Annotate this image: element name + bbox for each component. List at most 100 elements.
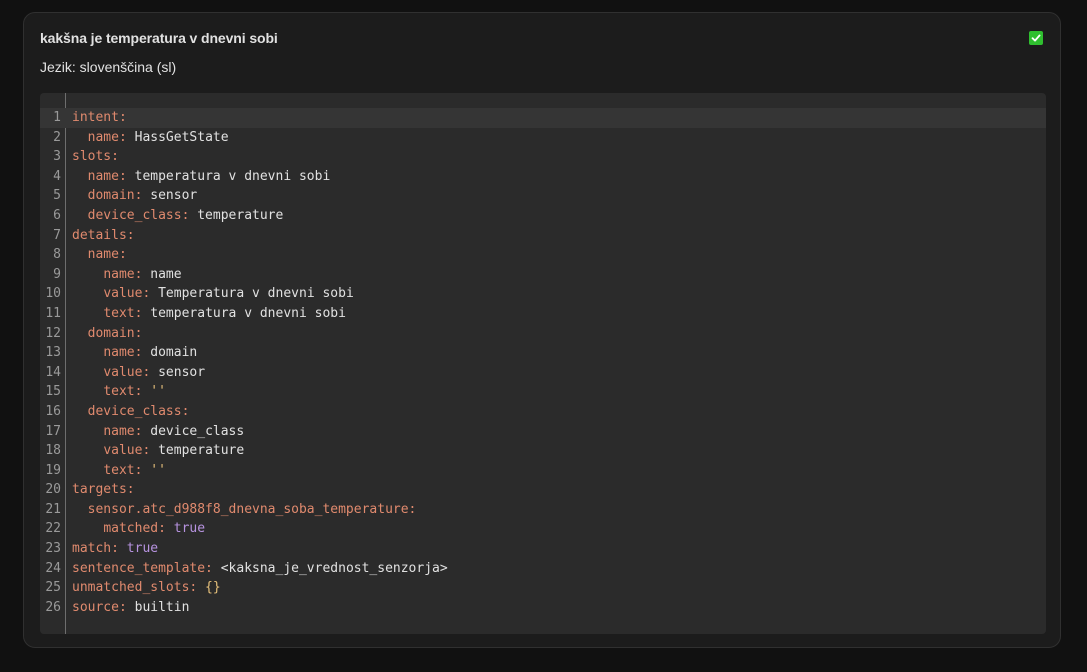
code-text: text: '' <box>72 382 166 402</box>
code-text: name: HassGetState <box>72 128 229 148</box>
code-line[interactable]: 4 name: temperatura v dnevni sobi <box>40 167 1046 187</box>
line-number: 20 <box>45 482 61 498</box>
yaml-value: Temperatura v dnevni sobi <box>150 286 354 302</box>
code-line[interactable]: 13 name: domain <box>40 343 1046 363</box>
yaml-value: '' <box>142 384 166 400</box>
code-line[interactable]: 14 value: sensor <box>40 363 1046 383</box>
yaml-key: sentence_template: <box>72 560 213 576</box>
line-number: 16 <box>45 403 61 419</box>
code-text: text: temperatura v dnevni sobi <box>72 304 346 324</box>
result-card: kakšna je temperatura v dnevni sobi Jezi… <box>23 12 1061 648</box>
code-text: value: sensor <box>72 363 205 383</box>
yaml-key: intent: <box>72 110 127 125</box>
yaml-key: text: <box>103 462 143 478</box>
yaml-value: <kaksna_je_vrednost_senzorja> <box>212 560 448 576</box>
code-text: value: Temperatura v dnevni sobi <box>72 284 354 304</box>
line-number: 9 <box>53 266 61 282</box>
code-text: targets: <box>72 480 135 500</box>
code-text: source: builtin <box>72 598 189 618</box>
yaml-key: value: <box>103 286 151 302</box>
yaml-key: domain: <box>87 325 143 341</box>
line-number: 8 <box>53 247 61 263</box>
line-number: 22 <box>45 521 61 537</box>
code-line[interactable]: 2 name: HassGetState <box>40 128 1046 148</box>
line-number: 17 <box>45 423 61 439</box>
yaml-value: domain <box>142 345 198 361</box>
yaml-value: sensor <box>150 364 206 380</box>
yaml-value: temperature <box>150 443 245 459</box>
code-line[interactable]: 19 text: '' <box>40 461 1046 481</box>
code-line[interactable]: 22 matched: true <box>40 519 1046 539</box>
code-line[interactable]: 5 domain: sensor <box>40 186 1046 206</box>
code-line[interactable]: 11 text: temperatura v dnevni sobi <box>40 304 1046 324</box>
yaml-key: name: <box>103 266 143 282</box>
line-number: 18 <box>45 443 61 459</box>
code-line[interactable]: 26 source: builtin <box>40 598 1046 618</box>
line-number: 3 <box>53 149 61 165</box>
yaml-value: sensor <box>142 188 198 204</box>
code-line[interactable]: 24 sentence_template: <kaksna_je_vrednost… <box>40 559 1046 579</box>
code-line[interactable]: 15 text: '' <box>40 382 1046 402</box>
yaml-key: unmatched_slots: <box>72 580 198 596</box>
yaml-key: slots: <box>72 149 119 165</box>
code-line[interactable]: 25 unmatched_slots: {} <box>40 578 1046 598</box>
code-line[interactable]: 16 device_class: <box>40 402 1046 422</box>
line-number: 26 <box>45 599 61 615</box>
code-line[interactable]: 23 match: true <box>40 539 1046 559</box>
code-text: name: device_class <box>72 422 244 442</box>
yaml-value: temperatura v dnevni sobi <box>142 305 346 321</box>
code-text: value: temperature <box>72 441 244 461</box>
yaml-code-editor[interactable]: 1 intent: 2 name: HassGetState 3 slots: 4 nam… <box>40 93 1046 634</box>
code-line[interactable]: 12 domain: <box>40 324 1046 344</box>
line-number: 11 <box>45 305 61 321</box>
line-number: 23 <box>45 541 61 557</box>
line-number: 12 <box>45 325 61 341</box>
yaml-value: temperature <box>189 207 284 223</box>
code-line[interactable]: 10 value: Temperatura v dnevni sobi <box>40 284 1046 304</box>
code-text: sentence_template: <kaksna_je_vrednost_s… <box>72 559 448 579</box>
yaml-value: true <box>165 521 206 537</box>
sentence-title: kakšna je temperatura v dnevni sobi <box>40 30 278 46</box>
yaml-key: match: <box>72 541 119 557</box>
code-line[interactable]: 17 name: device_class <box>40 422 1046 442</box>
yaml-key: domain: <box>87 188 143 204</box>
line-number: 13 <box>45 345 61 361</box>
code-line[interactable]: 21 sensor.atc_d988f8_dnevna_soba_tempera… <box>40 500 1046 520</box>
yaml-key: name: <box>87 168 127 184</box>
yaml-value: temperatura v dnevni sobi <box>126 168 331 184</box>
yaml-key: details: <box>72 227 135 243</box>
code-line[interactable]: 3 slots: <box>40 147 1046 167</box>
yaml-key: source: <box>72 599 127 615</box>
code-text: details: <box>72 226 135 246</box>
code-line[interactable]: 20 targets: <box>40 480 1046 500</box>
yaml-key: text: <box>103 384 143 400</box>
yaml-value: builtin <box>126 599 190 615</box>
yaml-key: sensor.atc_d988f8_dnevna_soba_temperatur… <box>87 501 417 517</box>
yaml-key: device_class: <box>87 403 190 419</box>
yaml-value: '' <box>142 462 166 478</box>
code-line[interactable]: 9 name: name <box>40 265 1046 285</box>
code-line[interactable]: 18 value: temperature <box>40 441 1046 461</box>
checkmark-icon <box>1029 31 1043 45</box>
yaml-value: {} <box>197 580 221 596</box>
code-line[interactable]: 8 name: <box>40 245 1046 265</box>
code-line[interactable]: 7 details: <box>40 226 1046 246</box>
yaml-key: targets: <box>72 482 135 498</box>
code-line[interactable]: 6 device_class: temperature <box>40 206 1046 226</box>
code-line[interactable]: 1 intent: <box>40 108 1046 128</box>
yaml-key: name: <box>103 423 143 439</box>
code-text: match: true <box>72 539 158 559</box>
line-number: 25 <box>45 580 61 596</box>
yaml-value: HassGetState <box>126 129 229 145</box>
code-text: device_class: <box>72 402 190 422</box>
code-text: device_class: temperature <box>72 206 284 226</box>
